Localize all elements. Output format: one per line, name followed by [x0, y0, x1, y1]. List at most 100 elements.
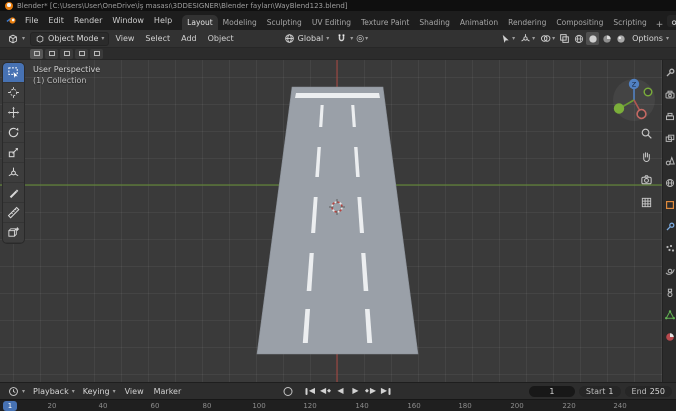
auto-keying-toggle[interactable] — [283, 386, 293, 396]
properties-tab-object[interactable] — [664, 199, 676, 211]
properties-tab-physics[interactable] — [664, 265, 676, 277]
previous-keyframe-button[interactable]: ◀ ◆ — [319, 385, 333, 398]
selectability-visibility-dropdown[interactable]: ▾ — [498, 32, 517, 45]
proportional-editing-toggle[interactable]: ◎ ▾ — [354, 33, 370, 45]
tool-move[interactable] — [3, 103, 24, 123]
properties-tab-material[interactable] — [664, 331, 676, 343]
overlays-dropdown[interactable]: ▾ — [538, 32, 557, 45]
properties-tab-object-data[interactable] — [664, 309, 676, 321]
menu-view[interactable]: View — [110, 32, 139, 45]
workspace-tab-layout[interactable]: Layout — [182, 15, 218, 30]
workspace-tab-uv-editing[interactable]: UV Editing — [307, 15, 356, 30]
ruler-tick: 60 — [150, 402, 160, 410]
options-dropdown[interactable]: Options ▾ — [628, 33, 673, 44]
properties-tab-view-layer[interactable] — [664, 133, 676, 145]
menu-select[interactable]: Select — [140, 32, 175, 45]
triangle-left-icon: ◀ — [308, 386, 316, 395]
viewport-scene[interactable]: Z — [0, 60, 662, 382]
shading-material-button[interactable] — [600, 32, 613, 45]
blender-window: Blender* [C:\Users\User\OneDrive\İş masa… — [0, 0, 676, 411]
transform-orientation-dropdown[interactable]: Global ▾ — [280, 32, 334, 45]
snapping-toggle[interactable] — [334, 32, 349, 45]
timeline-editor-type-dropdown[interactable]: ▾ — [4, 385, 29, 398]
shading-wireframe-button[interactable] — [572, 32, 585, 45]
menu-object[interactable]: Object — [203, 32, 239, 45]
tool-cursor[interactable] — [3, 83, 24, 103]
zoom-button[interactable] — [639, 126, 654, 141]
current-frame-value: 1 — [549, 386, 555, 396]
globe-icon — [284, 34, 294, 43]
playhead-marker[interactable]: 1 — [3, 401, 17, 411]
workspace-tab-compositing[interactable]: Compositing — [551, 15, 608, 30]
shading-solid-button[interactable] — [586, 32, 600, 45]
jump-to-start-button[interactable]: ◀ — [304, 385, 318, 398]
frame-start-field[interactable]: Start 1 — [578, 385, 621, 397]
road-plane-object[interactable] — [256, 86, 419, 355]
gizmo-x-ball[interactable] — [636, 108, 647, 120]
menu-window[interactable]: Window — [107, 14, 149, 27]
next-keyframe-button[interactable]: ◆ ▶ — [364, 385, 378, 398]
tool-scale[interactable] — [3, 143, 24, 163]
workspace-tab-modeling[interactable]: Modeling — [218, 15, 262, 30]
frame-end-field[interactable]: End 250 — [624, 385, 672, 397]
play-button[interactable]: ▶ — [349, 385, 363, 398]
menu-render[interactable]: Render — [69, 14, 107, 27]
properties-tab-particles[interactable] — [664, 243, 676, 255]
select-mode-new-button[interactable] — [30, 48, 43, 59]
current-frame-field[interactable]: 1 — [528, 385, 575, 397]
properties-tab-scene[interactable] — [664, 155, 676, 167]
menu-add[interactable]: Add — [176, 32, 202, 45]
playback-menu[interactable]: Playback ▾ — [29, 386, 79, 397]
perspective-toggle-button[interactable] — [639, 195, 654, 210]
physics-orbit-icon — [665, 268, 675, 275]
blender-menu-button[interactable] — [3, 15, 20, 26]
gizmo-y-ball[interactable] — [613, 103, 625, 114]
select-mode-invert-button[interactable] — [75, 48, 88, 59]
workspace-tab-sculpting[interactable]: Sculpting — [262, 15, 307, 30]
select-mode-intersect-button[interactable] — [90, 48, 103, 59]
editor-type-dropdown[interactable]: ▾ — [3, 32, 29, 46]
keying-menu[interactable]: Keying ▾ — [79, 386, 120, 397]
shading-rendered-button[interactable] — [614, 32, 627, 45]
add-workspace-button[interactable]: + — [652, 20, 668, 30]
select-mode-subtract-button[interactable] — [60, 48, 73, 59]
menu-edit[interactable]: Edit — [43, 14, 69, 27]
xray-toggle[interactable] — [558, 32, 571, 45]
road-stop-line — [295, 93, 380, 98]
tool-add-cube[interactable] — [3, 223, 24, 243]
properties-tab-tool[interactable] — [664, 67, 676, 79]
timeline-ruler[interactable]: 20 40 60 80 100 120 140 160 180 200 220 … — [0, 399, 676, 411]
jump-to-end-button[interactable]: ▶ — [379, 385, 393, 398]
gizmo-y-negative-ball[interactable] — [643, 87, 653, 97]
workspace-tab-rendering[interactable]: Rendering — [503, 15, 551, 30]
viewport-3d[interactable]: Z User Perspective (1) Collection — [0, 60, 662, 382]
mode-dropdown[interactable]: Object Mode ▾ — [30, 31, 110, 46]
play-reverse-button[interactable]: ◀ — [334, 385, 348, 398]
workspace-tab-animation[interactable]: Animation — [455, 15, 503, 30]
tool-select-box[interactable] — [3, 63, 24, 83]
triangle-left-icon: ◀ — [319, 386, 327, 395]
pan-button[interactable] — [639, 149, 654, 164]
tool-rotate[interactable] — [3, 123, 24, 143]
menu-file[interactable]: File — [20, 14, 43, 27]
camera-view-button[interactable] — [639, 172, 654, 187]
properties-tab-world[interactable] — [664, 177, 676, 189]
gizmos-dropdown[interactable]: ▾ — [518, 32, 537, 45]
tool-annotate[interactable] — [3, 183, 24, 203]
timeline-marker-menu[interactable]: Marker — [149, 385, 187, 398]
properties-tab-constraints[interactable] — [664, 287, 676, 299]
navigation-gizmo[interactable]: Z — [613, 78, 655, 121]
timeline-view-menu[interactable]: View — [120, 385, 149, 398]
menu-help[interactable]: Help — [149, 14, 177, 27]
select-mode-extend-button[interactable] — [45, 48, 58, 59]
properties-tab-modifiers[interactable] — [664, 221, 676, 233]
snapping-dropdown[interactable]: ▾ — [350, 35, 353, 42]
tool-measure[interactable] — [3, 203, 24, 223]
properties-tab-output[interactable] — [664, 111, 676, 123]
scene-selector[interactable]: Scene × — [667, 14, 676, 27]
workspace-tab-scripting[interactable]: Scripting — [608, 15, 651, 30]
workspace-tab-texture-paint[interactable]: Texture Paint — [356, 15, 414, 30]
tool-transform[interactable] — [3, 163, 24, 183]
properties-tab-render[interactable] — [664, 89, 676, 101]
workspace-tab-shading[interactable]: Shading — [414, 15, 454, 30]
